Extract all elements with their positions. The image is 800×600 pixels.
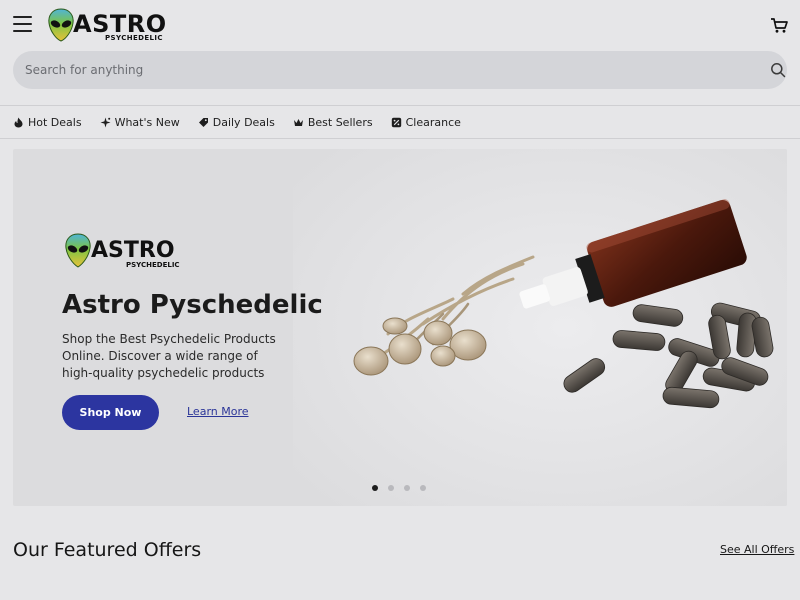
featured-offers-title: Our Featured Offers bbox=[13, 539, 202, 561]
nav-item-label: Best Sellers bbox=[307, 115, 373, 129]
nav-item-label: Clearance bbox=[405, 115, 461, 129]
nav-item-hot-deals[interactable]: Hot Deals bbox=[13, 114, 82, 130]
category-nav: Hot Deals What's New Daily Deals Best Se… bbox=[13, 114, 479, 130]
search-icon[interactable] bbox=[770, 62, 786, 78]
learn-more-link[interactable]: Learn More bbox=[187, 405, 249, 418]
carousel-dot-3[interactable] bbox=[404, 485, 410, 491]
hero-logo-wordmark: ASTRO bbox=[91, 238, 175, 263]
hero-brand-logo: ASTRO PSYCHEDELIC bbox=[65, 233, 180, 269]
hero-banner: ASTRO PSYCHEDELIC Astro Pyschedelic Shop… bbox=[13, 149, 787, 506]
hero-product-image bbox=[293, 149, 787, 506]
search-input[interactable] bbox=[25, 60, 725, 80]
percent-badge-icon bbox=[391, 117, 401, 127]
alien-head-icon bbox=[48, 8, 74, 42]
nav-divider bbox=[0, 138, 800, 139]
carousel-dot-2[interactable] bbox=[388, 485, 394, 491]
carousel-dot-4[interactable] bbox=[420, 485, 426, 491]
carousel-dots bbox=[372, 485, 426, 491]
hero-logo-tagline: PSYCHEDELIC bbox=[126, 261, 180, 269]
flame-icon bbox=[14, 117, 23, 127]
see-all-offers-link[interactable]: See All Offers bbox=[720, 543, 794, 556]
search-bar bbox=[13, 51, 787, 89]
nav-item-best-sellers[interactable]: Best Sellers bbox=[293, 114, 373, 130]
nav-item-label: Daily Deals bbox=[212, 115, 275, 129]
hamburger-menu-icon[interactable] bbox=[13, 16, 32, 32]
nav-item-daily-deals[interactable]: Daily Deals bbox=[198, 114, 275, 130]
nav-item-label: What's New bbox=[114, 115, 180, 129]
hero-title: Astro Pyschedelic bbox=[62, 290, 323, 320]
header-divider bbox=[0, 105, 800, 106]
tag-icon bbox=[198, 117, 208, 127]
shopping-cart-icon[interactable] bbox=[770, 16, 788, 34]
nav-item-label: Hot Deals bbox=[28, 115, 82, 129]
hero-description: Shop the Best Psychedelic Products Onlin… bbox=[62, 332, 276, 380]
nav-item-clearance[interactable]: Clearance bbox=[391, 114, 461, 130]
nav-item-whats-new[interactable]: What's New bbox=[100, 114, 180, 130]
carousel-dot-1[interactable] bbox=[372, 485, 378, 491]
site-header: ASTRO PSYCHEDELIC bbox=[0, 0, 800, 50]
crown-icon bbox=[293, 118, 303, 126]
shop-now-button[interactable]: Shop Now bbox=[62, 395, 159, 430]
logo-tagline: PSYCHEDELIC bbox=[105, 34, 163, 42]
sparkle-icon bbox=[100, 117, 111, 127]
